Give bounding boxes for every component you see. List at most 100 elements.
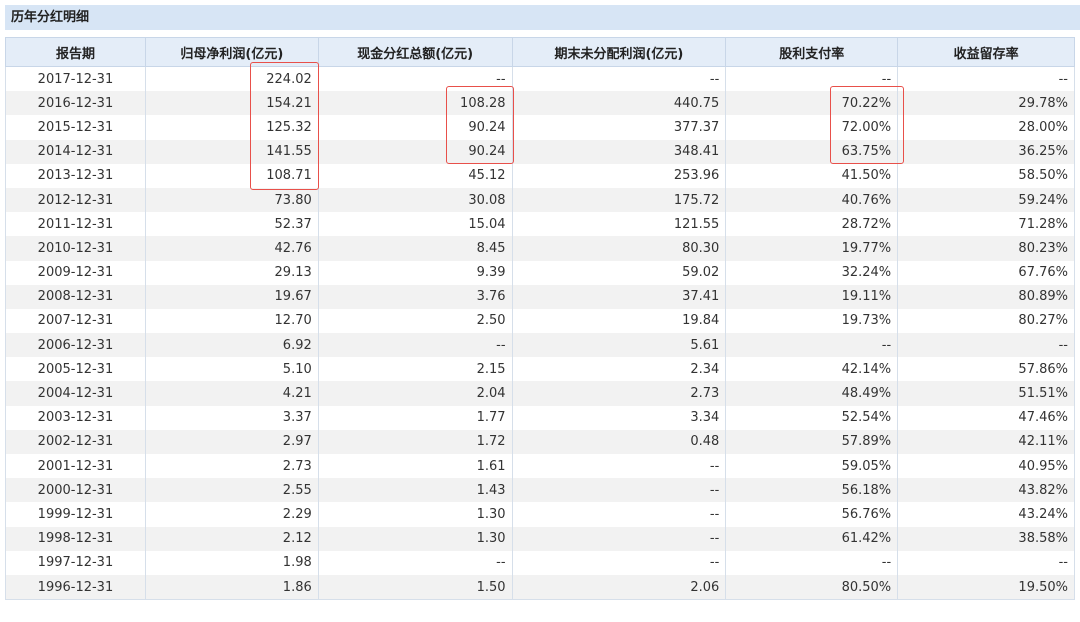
table-row: 2012-12-31 73.80 30.08 175.72 40.76% 59.24% bbox=[5, 187, 1075, 213]
table-cell: -- bbox=[317, 66, 513, 92]
table-cell: -- bbox=[725, 66, 899, 92]
table-cell: 224.02 bbox=[144, 66, 319, 92]
dividend-table: 报告期 归母净利润(亿元) 现金分红总额(亿元) 期末未分配利润(亿元) 股利支付率 收益… bbox=[5, 37, 1075, 601]
table-cell: 71.28% bbox=[897, 212, 1075, 237]
table-cell: 1.72 bbox=[317, 429, 513, 454]
table-cell: 42.14% bbox=[725, 357, 899, 382]
table-cell: 59.24% bbox=[897, 187, 1075, 213]
table-cell: 2014-12-31 bbox=[5, 139, 146, 164]
table-row: 2007-12-31 12.70 2.50 19.84 19.73% 80.27% bbox=[5, 308, 1075, 334]
table-cell: 5.10 bbox=[144, 357, 319, 382]
table-cell: 1.30 bbox=[317, 526, 513, 551]
table-cell: 5.61 bbox=[511, 333, 727, 358]
table-row: 2011-12-31 52.37 15.04 121.55 28.72% 71.28% bbox=[5, 212, 1075, 237]
table-cell: 48.49% bbox=[725, 381, 899, 406]
table-cell: 2002-12-31 bbox=[5, 429, 146, 454]
table-cell: 2015-12-31 bbox=[5, 115, 146, 140]
table-cell: 52.37 bbox=[144, 212, 319, 237]
table-cell: 3.37 bbox=[144, 405, 319, 430]
table-cell: 2.29 bbox=[144, 502, 319, 527]
table-row: 1997-12-31 1.98 -- -- -- -- bbox=[5, 550, 1075, 575]
table-cell: 45.12 bbox=[317, 163, 513, 188]
table-cell: 30.08 bbox=[317, 187, 513, 213]
table-cell: 2.55 bbox=[144, 478, 319, 503]
table-cell: 2.73 bbox=[511, 381, 727, 406]
table-cell: 36.25% bbox=[897, 139, 1075, 164]
column-header[interactable]: 报告期 bbox=[5, 37, 146, 67]
table-cell: 90.24 bbox=[317, 115, 513, 140]
table-cell: 80.50% bbox=[725, 574, 899, 601]
table-cell: 29.13 bbox=[144, 260, 319, 285]
table-cell: 43.82% bbox=[897, 478, 1075, 503]
table-cell: 57.89% bbox=[725, 429, 899, 454]
table-cell: 9.39 bbox=[317, 260, 513, 285]
column-header[interactable]: 现金分红总额(亿元) bbox=[317, 37, 513, 67]
table-cell: 125.32 bbox=[144, 115, 319, 140]
table-row: 2008-12-31 19.67 3.76 37.41 19.11% 80.89% bbox=[5, 284, 1075, 309]
table-cell: -- bbox=[511, 454, 727, 479]
table-cell: 73.80 bbox=[144, 187, 319, 213]
table-cell: 2006-12-31 bbox=[5, 333, 146, 358]
table-cell: -- bbox=[725, 550, 899, 575]
table-cell: 1998-12-31 bbox=[5, 526, 146, 551]
table-cell: 154.21 bbox=[144, 91, 319, 116]
table-cell: 2009-12-31 bbox=[5, 260, 146, 285]
table-cell: 253.96 bbox=[511, 163, 727, 188]
table-cell: 1.61 bbox=[317, 454, 513, 479]
table-cell: 72.00% bbox=[725, 115, 899, 140]
table-cell: 2.04 bbox=[317, 381, 513, 406]
table-cell: 2017-12-31 bbox=[5, 66, 146, 92]
table-cell: 348.41 bbox=[511, 139, 727, 164]
table-row: 2006-12-31 6.92 -- 5.61 -- -- bbox=[5, 333, 1075, 358]
table-cell: 4.21 bbox=[144, 381, 319, 406]
table-row: 2014-12-31 141.55 90.24 348.41 63.75% 36.25% bbox=[5, 139, 1075, 164]
table-cell: 1.50 bbox=[317, 574, 513, 601]
table-cell: 1.43 bbox=[317, 478, 513, 503]
table-cell: 2005-12-31 bbox=[5, 357, 146, 382]
table-cell: 2001-12-31 bbox=[5, 454, 146, 479]
table-cell: -- bbox=[511, 550, 727, 575]
table-cell: 40.76% bbox=[725, 187, 899, 213]
table-row: 1999-12-31 2.29 1.30 -- 56.76% 43.24% bbox=[5, 502, 1075, 527]
table-cell: 58.50% bbox=[897, 163, 1075, 188]
table-row: 2002-12-31 2.97 1.72 0.48 57.89% 42.11% bbox=[5, 429, 1075, 454]
table-row: 1998-12-31 2.12 1.30 -- 61.42% 38.58% bbox=[5, 526, 1075, 551]
table-cell: 19.67 bbox=[144, 284, 319, 309]
table-cell: 2016-12-31 bbox=[5, 91, 146, 116]
table-cell: 108.28 bbox=[317, 91, 513, 116]
table-cell: 2.97 bbox=[144, 429, 319, 454]
table-cell: 37.41 bbox=[511, 284, 727, 309]
table-cell: -- bbox=[897, 66, 1075, 92]
table-cell: 377.37 bbox=[511, 115, 727, 140]
table-cell: 42.11% bbox=[897, 429, 1075, 454]
table-cell: 28.00% bbox=[897, 115, 1075, 140]
table-cell: 32.24% bbox=[725, 260, 899, 285]
column-header[interactable]: 归母净利润(亿元) bbox=[144, 37, 319, 67]
column-header[interactable]: 期末未分配利润(亿元) bbox=[511, 37, 727, 67]
column-header[interactable]: 股利支付率 bbox=[725, 37, 899, 67]
column-header[interactable]: 收益留存率 bbox=[897, 37, 1075, 67]
table-cell: 38.58% bbox=[897, 526, 1075, 551]
table-cell: 19.77% bbox=[725, 236, 899, 261]
table-cell: 70.22% bbox=[725, 91, 899, 116]
table-row: 2015-12-31 125.32 90.24 377.37 72.00% 28.00% bbox=[5, 115, 1075, 140]
table-cell: 2003-12-31 bbox=[5, 405, 146, 430]
table-cell: 63.75% bbox=[725, 139, 899, 164]
table-cell: 80.23% bbox=[897, 236, 1075, 261]
table-cell: 2010-12-31 bbox=[5, 236, 146, 261]
table-cell: -- bbox=[511, 502, 727, 527]
table-cell: 19.84 bbox=[511, 308, 727, 334]
table-cell: 12.70 bbox=[144, 308, 319, 334]
table-cell: 6.92 bbox=[144, 333, 319, 358]
table-cell: 3.76 bbox=[317, 284, 513, 309]
table-cell: 28.72% bbox=[725, 212, 899, 237]
table-cell: 42.76 bbox=[144, 236, 319, 261]
table-cell: 1999-12-31 bbox=[5, 502, 146, 527]
table-cell: 47.46% bbox=[897, 405, 1075, 430]
table-cell: 19.50% bbox=[897, 574, 1075, 601]
table-cell: 2.15 bbox=[317, 357, 513, 382]
section-title: 历年分红明细 bbox=[5, 5, 1080, 30]
table-cell: 52.54% bbox=[725, 405, 899, 430]
table-cell: 1.86 bbox=[144, 574, 319, 601]
table-cell: 51.51% bbox=[897, 381, 1075, 406]
